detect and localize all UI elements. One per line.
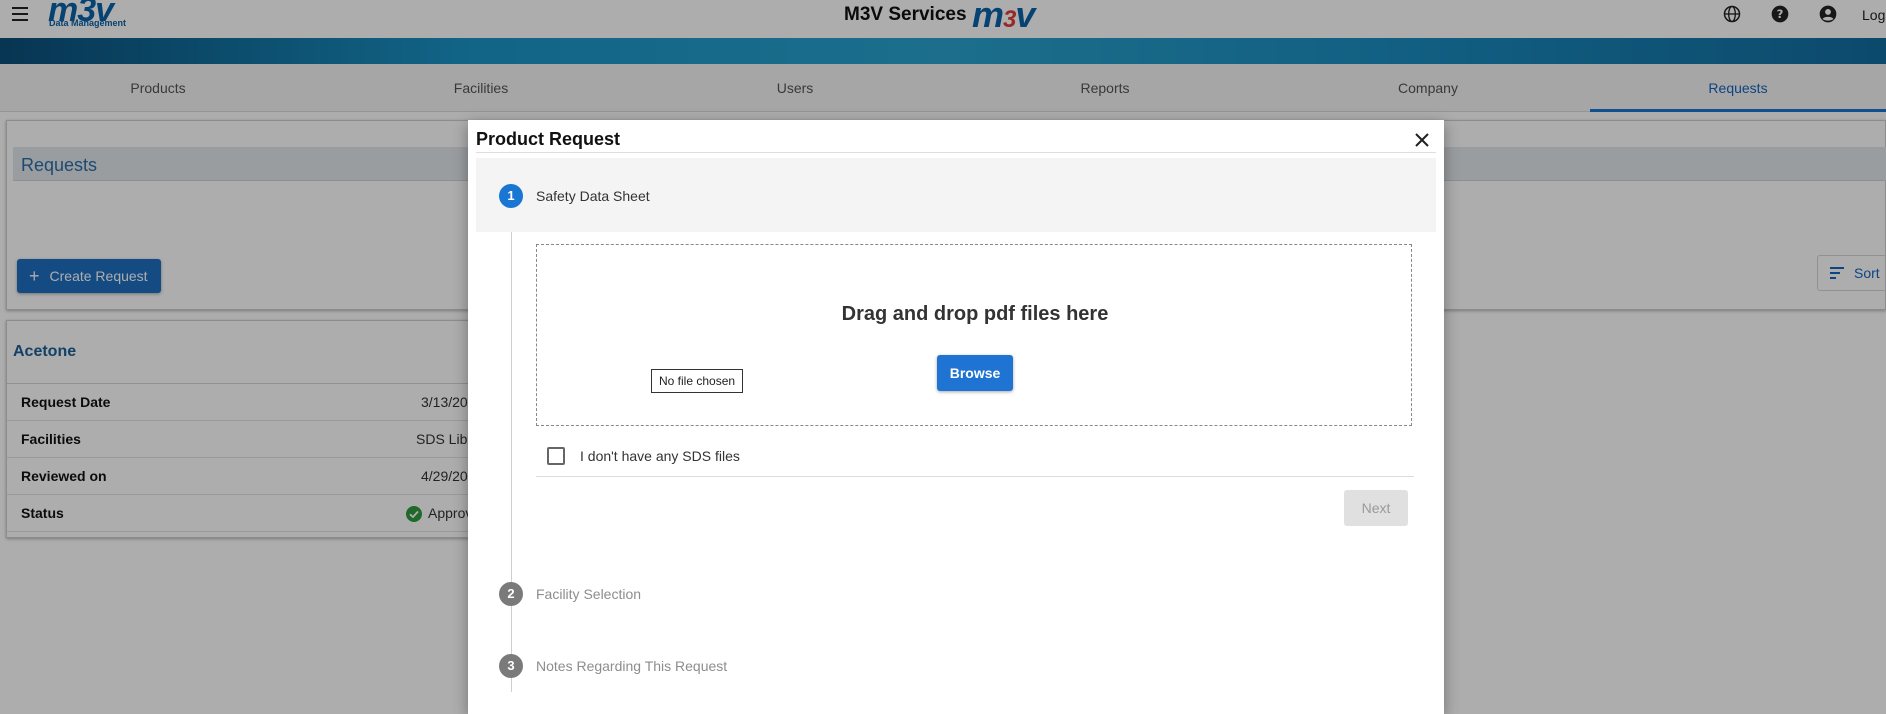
step-label-safety-data-sheet: Safety Data Sheet	[536, 188, 650, 204]
step-connector	[511, 232, 512, 692]
pdf-dropzone[interactable]: Drag and drop pdf files here No file cho…	[536, 244, 1412, 426]
step-number-2: 2	[499, 582, 523, 606]
step-label-facility-selection[interactable]: Facility Selection	[536, 586, 641, 602]
divider	[536, 476, 1414, 477]
step-number-1: 1	[499, 184, 523, 208]
next-button[interactable]: Next	[1344, 490, 1408, 526]
file-input[interactable]: No file chosen	[651, 369, 744, 393]
dropzone-text: Drag and drop pdf files here	[841, 303, 1109, 325]
step-number-3: 3	[499, 654, 523, 678]
browse-button[interactable]: Browse	[937, 355, 1013, 391]
dialog-divider	[476, 152, 1436, 153]
no-sds-label[interactable]: I don't have any SDS files	[580, 448, 740, 464]
close-icon[interactable]	[1412, 130, 1432, 150]
no-sds-checkbox[interactable]	[547, 447, 565, 465]
product-request-dialog: Product Request 1 Safety Data Sheet Drag…	[468, 120, 1444, 714]
dialog-title: Product Request	[476, 129, 621, 149]
step-label-notes[interactable]: Notes Regarding This Request	[536, 658, 727, 674]
